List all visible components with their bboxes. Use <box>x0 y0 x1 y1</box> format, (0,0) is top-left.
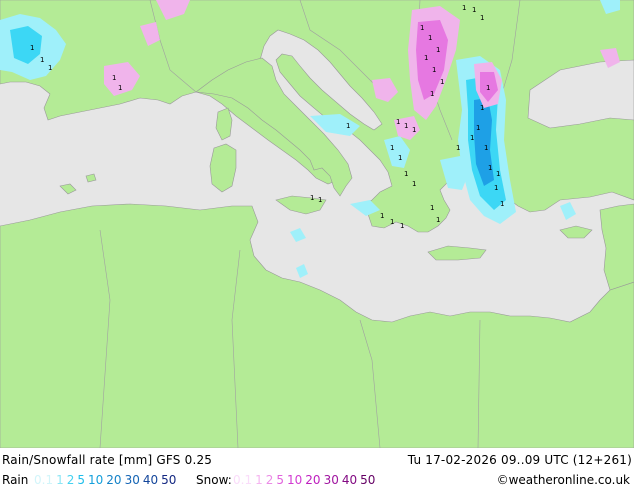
map-title: Rain/Snowfall rate [mm] GFS 0.25 <box>2 453 213 467</box>
svg-text:1: 1 <box>400 222 404 230</box>
snow-legend-item: 5 <box>276 473 285 487</box>
snow-legend-item: 20 <box>305 473 321 487</box>
svg-text:1: 1 <box>30 44 34 52</box>
svg-text:1: 1 <box>486 84 490 92</box>
rain-legend-item: 0.1 <box>34 473 54 487</box>
svg-text:1: 1 <box>430 204 434 212</box>
svg-text:1: 1 <box>472 6 476 14</box>
footer: Rain/Snowfall rate [mm] GFS 0.25 Tu 17-0… <box>0 448 634 490</box>
svg-text:1: 1 <box>436 216 440 224</box>
svg-text:1: 1 <box>484 144 488 152</box>
rain-legend: 0.1 1 2 5 10 20 30 40 50 <box>34 470 179 490</box>
rain-legend-item: 1 <box>56 473 64 487</box>
svg-text:1: 1 <box>390 144 394 152</box>
svg-text:1: 1 <box>494 184 498 192</box>
svg-text:1: 1 <box>346 122 350 130</box>
svg-text:1: 1 <box>412 180 416 188</box>
snow-legend: 0.1 1 2 5 10 20 30 40 50 <box>233 470 378 490</box>
svg-text:1: 1 <box>500 200 504 208</box>
svg-text:1: 1 <box>496 170 500 178</box>
svg-text:1: 1 <box>310 194 314 202</box>
svg-text:1: 1 <box>390 218 394 226</box>
svg-text:1: 1 <box>480 104 484 112</box>
snow-legend-item: 10 <box>287 473 303 487</box>
svg-text:1: 1 <box>380 212 384 220</box>
svg-text:1: 1 <box>430 90 434 98</box>
rain-legend-item: 50 <box>161 473 177 487</box>
svg-text:1: 1 <box>476 124 480 132</box>
snow-legend-label: Snow: <box>196 473 232 487</box>
svg-text:1: 1 <box>428 34 432 42</box>
svg-text:1: 1 <box>420 24 424 32</box>
svg-text:1: 1 <box>480 14 484 22</box>
svg-text:1: 1 <box>424 54 428 62</box>
svg-text:1: 1 <box>462 4 466 12</box>
snow-legend-item: 0.1 <box>233 473 253 487</box>
svg-text:1: 1 <box>404 122 408 130</box>
snow-legend-item: 50 <box>360 473 376 487</box>
snow-legend-item: 40 <box>341 473 358 487</box>
svg-text:1: 1 <box>488 164 492 172</box>
svg-text:1: 1 <box>396 118 400 126</box>
svg-text:1: 1 <box>40 56 44 64</box>
svg-text:1: 1 <box>404 170 408 178</box>
rain-legend-item: 40 <box>142 473 159 487</box>
rain-legend-item: 20 <box>106 473 122 487</box>
snow-legend-item: 2 <box>265 473 274 487</box>
precipitation-map: 111 11 111 111 11 1 111 111 111 111 111 1… <box>0 0 634 448</box>
svg-text:1: 1 <box>456 144 460 152</box>
rain-legend-item: 5 <box>77 473 86 487</box>
snow-legend-item: 1 <box>255 473 263 487</box>
svg-text:1: 1 <box>118 84 122 92</box>
rain-legend-label: Rain <box>2 473 29 487</box>
snow-legend-item: 30 <box>323 473 339 487</box>
rain-legend-item: 30 <box>124 473 140 487</box>
valid-time: Tu 17-02-2026 09..09 UTC (12+261) <box>407 453 632 467</box>
rain-legend-item: 10 <box>88 473 104 487</box>
svg-text:1: 1 <box>432 66 436 74</box>
site-credit[interactable]: ©weatheronline.co.uk <box>497 470 630 490</box>
rain-legend-item: 2 <box>66 473 75 487</box>
svg-text:1: 1 <box>112 74 116 82</box>
svg-text:1: 1 <box>440 78 444 86</box>
svg-text:1: 1 <box>48 64 52 72</box>
svg-text:1: 1 <box>398 154 402 162</box>
svg-text:1: 1 <box>412 126 416 134</box>
svg-text:1: 1 <box>470 134 474 142</box>
land-sardinia <box>209 143 237 193</box>
svg-text:1: 1 <box>318 196 322 204</box>
svg-text:1: 1 <box>436 46 440 54</box>
